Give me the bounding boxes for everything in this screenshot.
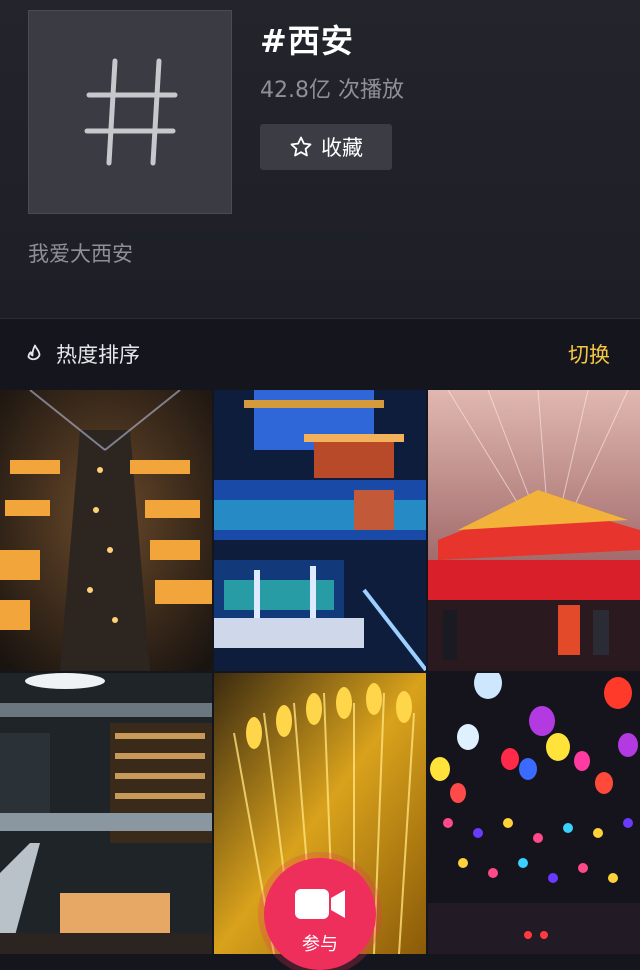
flame-icon bbox=[27, 344, 41, 361]
hashtag-icon bbox=[84, 58, 178, 166]
switch-button[interactable]: 切换 bbox=[568, 339, 610, 369]
topic-cover bbox=[28, 10, 232, 214]
video-thumbnail[interactable] bbox=[0, 390, 212, 671]
video-thumbnail[interactable] bbox=[0, 673, 212, 954]
topic-title: #西安 bbox=[260, 22, 354, 60]
join-label: 参与 bbox=[302, 934, 338, 955]
sort-label[interactable]: 热度排序 bbox=[56, 339, 140, 369]
join-button[interactable]: 参与 bbox=[264, 858, 376, 970]
video-thumbnail[interactable] bbox=[428, 673, 640, 954]
play-count: 42.8亿 次播放 bbox=[260, 78, 404, 103]
favorite-button[interactable]: 收藏 bbox=[260, 124, 392, 170]
favorite-label: 收藏 bbox=[321, 136, 363, 160]
topic-description: 我爱大西安 bbox=[28, 242, 133, 266]
sort-bar: 热度排序 切换 bbox=[0, 318, 640, 391]
star-icon bbox=[290, 136, 312, 157]
topic-header: #西安 42.8亿 次播放 收藏 我爱大西安 bbox=[0, 0, 640, 318]
video-thumbnail[interactable] bbox=[428, 390, 640, 671]
video-camera-icon bbox=[295, 889, 345, 919]
video-thumbnail[interactable] bbox=[214, 390, 426, 671]
